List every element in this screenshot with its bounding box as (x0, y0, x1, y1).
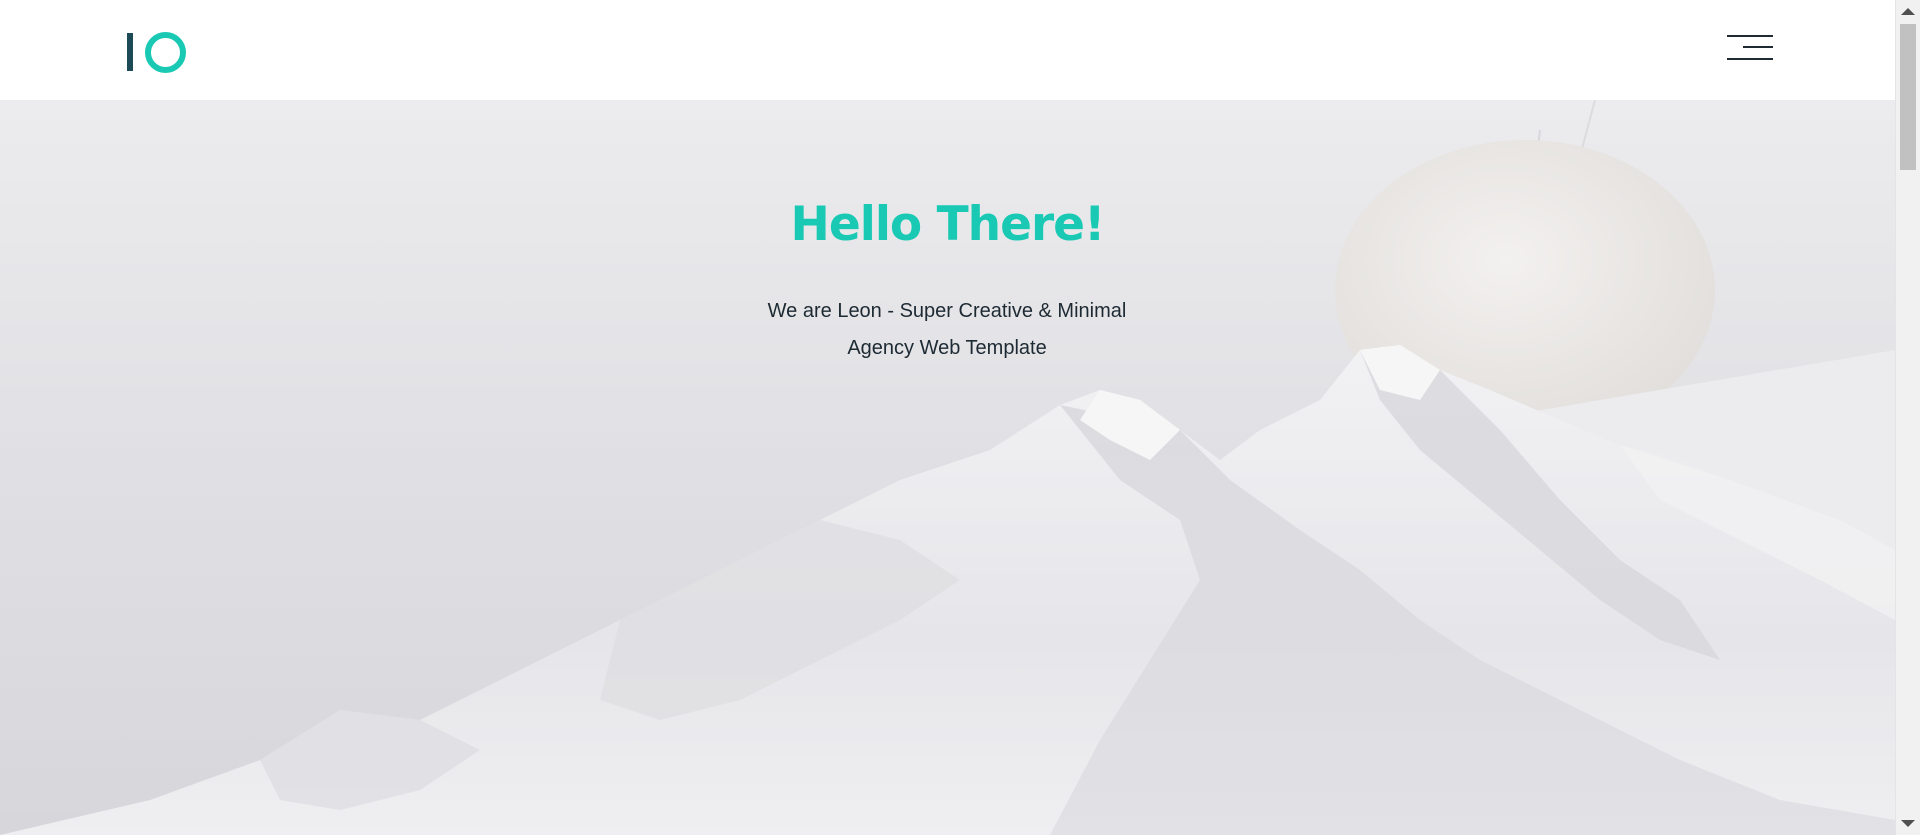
hero-subtitle-line-2: Agency Web Template (847, 337, 1047, 359)
scrollbar-thumb[interactable] (1900, 24, 1916, 170)
menu-line-middle (1743, 46, 1773, 48)
hero-title: Hello There! (790, 197, 1106, 252)
scroll-down-arrow-icon[interactable] (1901, 820, 1915, 827)
site-header (0, 0, 1895, 100)
hero-subtitle-line-1: We are Leon - Super Creative & Minimal (767, 300, 1127, 322)
logo-bar-mark (127, 33, 133, 71)
menu-line-top (1727, 35, 1773, 37)
hero-subtitle: We are Leon - Super Creative & Minimal Ag… (697, 293, 1197, 367)
page: Hello There! We are Leon - Super Creativ… (0, 0, 1920, 835)
logo-ring-mark (145, 32, 186, 73)
hero-section: Hello There! We are Leon - Super Creativ… (0, 100, 1895, 835)
vertical-scrollbar[interactable] (1895, 0, 1920, 835)
scroll-up-arrow-icon[interactable] (1901, 8, 1915, 15)
site-logo[interactable] (126, 32, 186, 73)
hamburger-menu-icon[interactable] (1726, 34, 1774, 64)
menu-line-bottom (1727, 58, 1773, 60)
